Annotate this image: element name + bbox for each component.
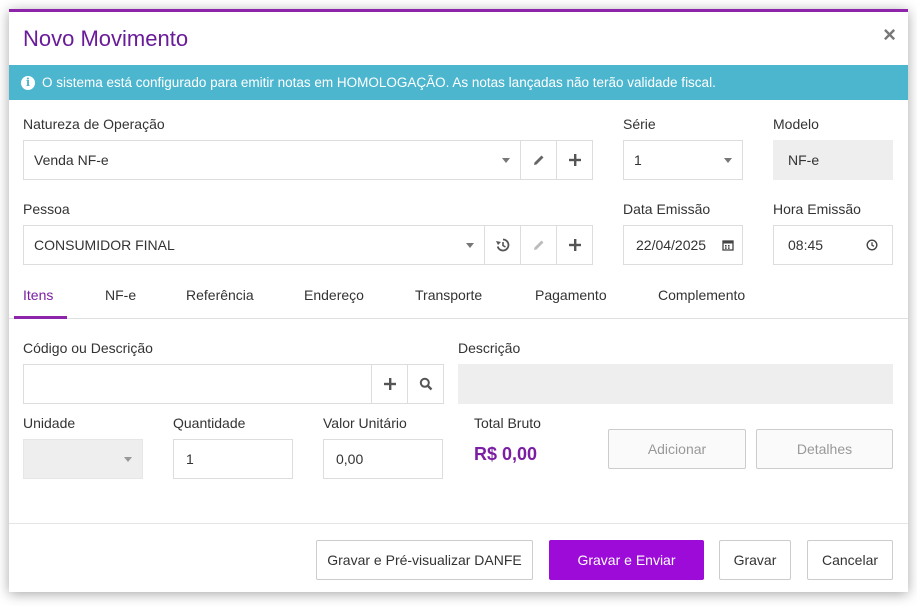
chevron-down-icon — [724, 157, 732, 163]
pencil-icon — [533, 240, 543, 250]
codigo-input[interactable] — [24, 365, 371, 403]
tab-complemento[interactable]: Complemento — [658, 287, 745, 303]
quantidade-label: Quantidade — [173, 415, 246, 431]
chevron-down-icon[interactable] — [466, 242, 474, 248]
info-icon: i — [21, 75, 35, 90]
natureza-select[interactable]: Venda NF-e — [24, 152, 502, 168]
codigo-label: Código ou Descrição — [23, 340, 153, 356]
add-natureza-button[interactable] — [556, 141, 592, 179]
gravar-button[interactable]: Gravar — [719, 540, 791, 580]
edit-pessoa-button[interactable] — [520, 226, 556, 264]
tab-endereco[interactable]: Endereço — [304, 287, 364, 303]
chevron-down-icon[interactable] — [502, 157, 510, 163]
unidade-label: Unidade — [23, 415, 76, 431]
pencil-icon — [533, 155, 543, 165]
quantidade-value: 1 — [186, 451, 194, 467]
footer-divider — [9, 523, 908, 524]
tab-transporte[interactable]: Transporte — [415, 287, 482, 303]
valor-unitario-value: 0,00 — [336, 451, 364, 467]
tab-pagamento[interactable]: Pagamento — [535, 287, 607, 303]
quantidade-input[interactable]: 1 — [173, 439, 293, 479]
serie-label: Série — [623, 116, 656, 132]
detalhes-button[interactable]: Detalhes — [756, 429, 893, 469]
modelo-label: Modelo — [773, 116, 819, 132]
data-emissao-input[interactable]: 22/04/2025 — [623, 225, 743, 265]
search-item-button[interactable] — [407, 365, 443, 403]
homologacao-banner: i O sistema está configurado para emitir… — [9, 65, 908, 100]
tab-referencia[interactable]: Referência — [186, 287, 254, 303]
hora-emissao-input[interactable]: 08:45 — [773, 225, 893, 265]
clock-icon[interactable] — [866, 239, 878, 251]
modelo-field: NF-e — [773, 140, 893, 180]
history-icon — [495, 238, 509, 252]
dialog-title: Novo Movimento — [23, 26, 189, 51]
close-icon[interactable]: × — [883, 24, 896, 46]
data-emissao-value: 22/04/2025 — [636, 237, 707, 253]
natureza-label: Natureza de Operação — [23, 116, 165, 132]
chevron-down-icon — [124, 456, 132, 462]
valor-unitario-label: Valor Unitário — [323, 415, 407, 431]
descricao-field — [458, 364, 893, 404]
plus-icon — [568, 154, 581, 166]
pessoa-field: CONSUMIDOR FINAL — [23, 225, 593, 265]
total-bruto-value: R$ 0,00 — [474, 444, 538, 464]
natureza-field: Venda NF-e — [23, 140, 593, 180]
search-icon — [419, 377, 432, 391]
gravar-enviar-button[interactable]: Gravar e Enviar — [549, 540, 704, 580]
pessoa-select[interactable]: CONSUMIDOR FINAL — [24, 237, 466, 253]
add-item-button[interactable] — [371, 365, 407, 403]
cancelar-button[interactable]: Cancelar — [807, 540, 893, 580]
tab-itens[interactable]: Itens — [23, 287, 53, 303]
unidade-select[interactable] — [23, 439, 143, 479]
valor-unitario-input[interactable]: 0,00 — [323, 439, 443, 479]
serie-value: 1 — [634, 152, 642, 168]
total-bruto-label: Total Bruto — [474, 415, 541, 431]
serie-select[interactable]: 1 — [623, 140, 743, 180]
banner-text: O sistema está configurado para emitir n… — [42, 75, 716, 90]
descricao-label: Descrição — [458, 340, 521, 356]
tab-nfe[interactable]: NF-e — [105, 287, 136, 303]
plus-icon — [383, 378, 396, 390]
edit-natureza-button[interactable] — [520, 141, 556, 179]
pessoa-label: Pessoa — [23, 201, 70, 217]
novo-movimento-dialog: Novo Movimento × i O sistema está config… — [9, 9, 908, 592]
codigo-field — [23, 364, 444, 404]
hora-emissao-label: Hora Emissão — [773, 201, 861, 217]
calendar-icon[interactable] — [722, 239, 734, 251]
history-pessoa-button[interactable] — [484, 226, 520, 264]
adicionar-button[interactable]: Adicionar — [608, 429, 746, 469]
modelo-value: NF-e — [788, 152, 820, 168]
add-pessoa-button[interactable] — [556, 226, 592, 264]
plus-icon — [568, 239, 581, 251]
tab-bar: Itens NF-e Referência Endereço Transport… — [9, 277, 908, 319]
hora-emissao-value: 08:45 — [788, 237, 824, 253]
gravar-previsualizar-danfe-button[interactable]: Gravar e Pré-visualizar DANFE — [316, 540, 533, 580]
active-tab-indicator — [14, 316, 67, 319]
data-emissao-label: Data Emissão — [623, 201, 711, 217]
